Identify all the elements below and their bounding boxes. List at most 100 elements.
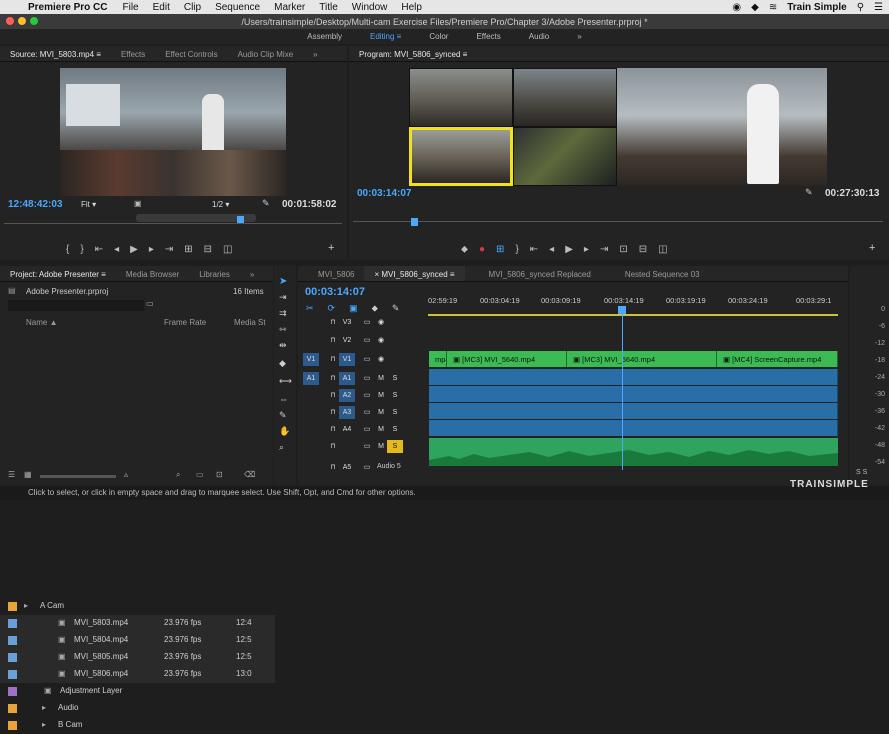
menu-sequence[interactable]: Sequence	[208, 2, 267, 13]
prog-step-back-icon[interactable]: ◂	[549, 244, 554, 255]
program-ruler[interactable]	[353, 216, 883, 222]
prog-go-to-out-icon[interactable]: ⇥	[600, 244, 608, 255]
track-lock-icon[interactable]: ⊓	[325, 440, 341, 453]
new-bin-icon[interactable]: ▭	[146, 299, 154, 308]
tab-seq-mvi-5806-synced[interactable]: × MVI_5806_synced ≡	[364, 266, 465, 281]
prog-step-forward-icon[interactable]: ▸	[584, 244, 589, 255]
linked-selection-icon[interactable]: ⟳	[328, 303, 336, 314]
workspace-effects[interactable]: Effects	[462, 29, 514, 44]
audio-clip-a4[interactable]	[429, 420, 838, 436]
video-clip[interactable]: ▣ [MC3] MVI_5640.mp4	[567, 351, 717, 367]
tab-nested-sequence-03[interactable]: Nested Sequence 03	[601, 266, 710, 281]
source-timecode[interactable]: 12:48:42:03	[8, 199, 62, 210]
ripple-edit-tool-icon[interactable]: ⇉	[279, 308, 287, 319]
selection-tool-icon[interactable]: ➤	[279, 276, 287, 287]
sort-icon[interactable]: ▵	[124, 470, 128, 479]
source-video-frame[interactable]	[60, 68, 286, 196]
rolling-edit-tool-icon[interactable]: ⇿	[279, 324, 287, 335]
list-item[interactable]: ▣ MVI_5805.mp4 23.976 fps 12:5	[0, 649, 275, 666]
audio-clip-a2[interactable]	[429, 386, 838, 402]
icon-view-icon[interactable]: ▦	[24, 470, 32, 479]
workspace-more-icon[interactable]: »	[563, 29, 595, 44]
list-item[interactable]: ▣ Adjustment Layer	[0, 683, 275, 700]
step-back-icon[interactable]: ◂	[114, 244, 119, 255]
menu-clip[interactable]: Clip	[177, 2, 208, 13]
tab-project[interactable]: Project: Adobe Presenter ≡	[0, 266, 116, 281]
program-main-frame[interactable]	[617, 68, 827, 186]
list-item[interactable]: ▸ B Cam	[0, 717, 275, 734]
menu-file[interactable]: File	[115, 2, 145, 13]
rate-stretch-tool-icon[interactable]: ⇹	[279, 340, 287, 351]
multicam-toggle-icon[interactable]: ⊞	[496, 244, 504, 255]
mark-in-icon[interactable]: {	[66, 244, 69, 255]
timeline-timecode[interactable]: 00:03:14:07	[305, 286, 365, 298]
menu-title[interactable]: Title	[312, 2, 345, 13]
play-icon[interactable]: ▶	[130, 244, 138, 255]
slip-tool-icon[interactable]: ⟷	[279, 376, 292, 387]
mark-out-icon[interactable]: }	[80, 244, 83, 255]
list-view-icon[interactable]: ☰	[8, 470, 15, 479]
column-name[interactable]: Name ▲	[26, 318, 57, 327]
meter-solo-buttons[interactable]: S S	[856, 469, 867, 476]
menu-window[interactable]: Window	[345, 2, 395, 13]
add-marker-icon[interactable]: ⬥	[461, 244, 468, 255]
column-media-start[interactable]: Media St	[234, 318, 266, 327]
track-target-button[interactable]: V3	[339, 316, 355, 329]
slide-tool-icon[interactable]: ⇔	[279, 394, 288, 404]
app-menu[interactable]: Premiere Pro CC	[24, 2, 115, 13]
wifi-icon[interactable]: ≋	[769, 2, 777, 13]
automate-icon[interactable]: ⌕	[176, 470, 180, 480]
multicam-angle-2[interactable]	[409, 127, 513, 186]
list-icon[interactable]: ☰	[874, 2, 883, 13]
track-target-button[interactable]: A1	[339, 372, 355, 385]
tab-seq-synced-replaced[interactable]: MVI_5806_synced Replaced	[465, 266, 601, 281]
video-clip[interactable]: mp4	[429, 351, 447, 367]
panel-overflow-icon[interactable]: »	[303, 46, 327, 61]
project-search-input[interactable]	[8, 300, 144, 311]
prog-mark-out-icon[interactable]: }	[515, 244, 518, 255]
solo-button[interactable]: S	[387, 423, 403, 436]
export-frame-camera-icon[interactable]: ◫	[658, 244, 667, 255]
dropbox-icon[interactable]: ◆	[751, 2, 759, 13]
workspace-assembly[interactable]: Assembly	[293, 29, 356, 44]
audio-clip-waveform[interactable]	[429, 438, 838, 466]
label-color-chip[interactable]	[8, 653, 17, 662]
go-to-out-icon[interactable]: ⇥	[165, 244, 173, 255]
solo-button[interactable]: S	[387, 389, 403, 402]
export-frame-icon[interactable]: ▣	[134, 199, 142, 208]
prog-go-to-in-icon[interactable]: ⇤	[530, 244, 538, 255]
camera-icon[interactable]: ◫	[223, 244, 232, 255]
go-to-in-icon[interactable]: ⇤	[95, 244, 103, 255]
creative-cloud-icon[interactable]: ◉	[732, 2, 741, 13]
program-wrench-icon[interactable]: ✎	[805, 187, 813, 198]
find-icon[interactable]: ▭	[196, 470, 204, 479]
track-target-button[interactable]: A2	[339, 389, 355, 402]
label-color-chip[interactable]	[8, 670, 17, 679]
insert-icon[interactable]: ⊞	[184, 244, 192, 255]
source-patch-button[interactable]: A1	[303, 372, 319, 385]
track-target-button[interactable]: A3	[339, 406, 355, 419]
program-add-button-icon[interactable]: +	[869, 242, 875, 254]
tab-seq-mvi-5806[interactable]: MVI_5806	[298, 266, 364, 281]
razor-tool-icon[interactable]: ◆	[279, 358, 286, 369]
list-item[interactable]: ▸ A Cam	[0, 598, 275, 615]
audio-clip-a1[interactable]	[429, 369, 838, 385]
workspace-audio[interactable]: Audio	[515, 29, 563, 44]
timeline-ruler[interactable]: 02:59:19 00:03:04:19 00:03:09:19 00:03:1…	[428, 290, 838, 316]
tab-program[interactable]: Program: MVI_5806_synced ≡	[349, 46, 477, 61]
label-color-chip[interactable]	[8, 704, 17, 713]
overwrite-icon[interactable]: ⊟	[204, 244, 212, 255]
track-target-button[interactable]: V2	[339, 334, 355, 347]
pen-tool-icon[interactable]: ✎	[279, 410, 287, 421]
label-color-chip[interactable]	[8, 619, 17, 628]
label-color-chip[interactable]	[8, 636, 17, 645]
workspace-editing[interactable]: Editing ≡	[356, 29, 415, 44]
workspace-color[interactable]: Color	[415, 29, 462, 44]
eye-icon[interactable]: ◉	[373, 316, 389, 329]
multicam-angle-4[interactable]	[513, 127, 617, 186]
step-forward-icon[interactable]: ▸	[149, 244, 154, 255]
label-color-chip[interactable]	[8, 602, 17, 611]
tab-media-browser[interactable]: Media Browser	[116, 266, 189, 281]
video-clip[interactable]: ▣ [MC3] MVI_5640.mp4	[447, 351, 567, 367]
multicam-angle-3[interactable]	[513, 68, 617, 127]
